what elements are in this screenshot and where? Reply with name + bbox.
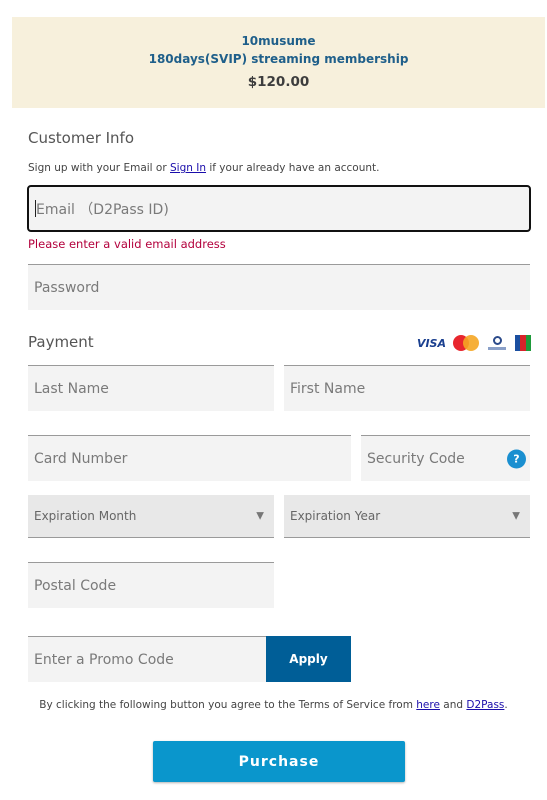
email-error-message: Please enter a valid email address: [28, 237, 226, 251]
terms-here-link[interactable]: here: [416, 699, 440, 711]
last-name-placeholder: Last Name: [34, 380, 109, 397]
postal-code-field[interactable]: Postal Code: [28, 562, 274, 608]
help-icon[interactable]: ?: [507, 449, 526, 468]
sign-in-link[interactable]: Sign In: [170, 162, 206, 174]
product-name: 10musume: [241, 34, 316, 48]
card-number-field[interactable]: Card Number: [28, 435, 351, 481]
jcb-icon: [515, 335, 531, 351]
password-field[interactable]: Password: [28, 264, 530, 310]
terms-middle: and: [439, 699, 467, 711]
security-code-placeholder: Security Code: [367, 450, 465, 467]
expiration-year-select[interactable]: Expiration Year ▼: [284, 495, 530, 538]
card-brands: VISA: [417, 335, 531, 351]
email-field[interactable]: Email （D2Pass ID): [27, 185, 531, 232]
card-number-placeholder: Card Number: [34, 450, 128, 467]
diners-club-icon: [486, 335, 508, 351]
promo-code-input[interactable]: Enter a Promo Code: [28, 636, 266, 682]
expiration-month-value: Expiration Month: [34, 509, 137, 523]
postal-code-placeholder: Postal Code: [34, 577, 117, 594]
purchase-button[interactable]: Purchase: [153, 741, 405, 782]
first-name-field[interactable]: First Name: [284, 365, 530, 411]
security-code-field[interactable]: Security Code ?: [361, 435, 530, 481]
product-summary: 10musume 180days(SVIP) streaming members…: [12, 17, 545, 108]
sign-in-hint: Sign up with your Email or Sign In if yo…: [28, 162, 380, 174]
apply-promo-button[interactable]: Apply: [266, 636, 351, 682]
terms-prefix: By clicking the following button you agr…: [39, 699, 417, 711]
promo-code-placeholder: Enter a Promo Code: [34, 651, 174, 668]
first-name-placeholder: First Name: [290, 380, 366, 397]
terms-suffix: .: [504, 699, 508, 711]
password-placeholder: Password: [34, 279, 100, 296]
d2pass-link[interactable]: D2Pass: [466, 699, 504, 711]
terms-notice: By clicking the following button you agr…: [0, 699, 547, 711]
payment-title: Payment: [28, 333, 94, 351]
product-price: $120.00: [247, 74, 310, 90]
email-placeholder: Email （D2Pass ID): [36, 201, 169, 218]
last-name-field[interactable]: Last Name: [28, 365, 274, 411]
product-plan: 180days(SVIP) streaming membership: [148, 52, 409, 66]
expiration-month-select[interactable]: Expiration Month ▼: [28, 495, 274, 538]
customer-info-title: Customer Info: [28, 129, 135, 147]
hint-prefix: Sign up with your Email or: [28, 162, 171, 174]
hint-suffix: if your already have an account.: [206, 162, 380, 174]
expiration-year-value: Expiration Year: [290, 509, 381, 523]
visa-icon: VISA: [416, 336, 446, 350]
chevron-down-icon: ▼: [512, 510, 520, 522]
chevron-down-icon: ▼: [256, 510, 264, 522]
mastercard-icon: [453, 335, 479, 351]
